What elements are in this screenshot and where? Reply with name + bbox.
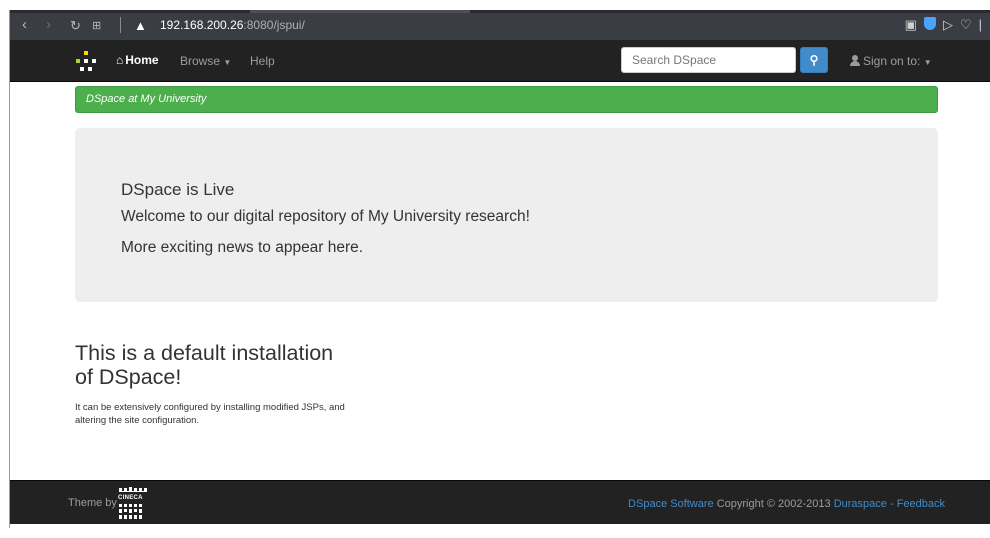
footer-links: DSpace Software Copyright © 2002-2013 Du… [628, 497, 945, 511]
search-button[interactable]: ⚲ [800, 47, 828, 73]
sign-on-label: Sign on to: [863, 54, 921, 68]
send-icon[interactable]: ▷ [943, 17, 953, 33]
screenshot-icon[interactable]: ▣ [905, 17, 917, 33]
breadcrumb-link[interactable]: DSpace at My University [86, 93, 206, 105]
back-icon[interactable]: ‹ [22, 17, 27, 33]
toolbar-divider [120, 17, 121, 33]
news-welcome-text: Welcome to our digital repository of My … [121, 208, 530, 225]
site-navbar: ⌂Home Browse ▼ Help ⚲ Sign on to: ▼ [10, 40, 990, 82]
browser-toolbar: ‹ › ↻ ⊞ ▲ 192.168.200.26:8080/jspui/ ▣ ▷… [10, 10, 990, 40]
intro-paragraph: It can be extensively configured by inst… [75, 402, 345, 426]
news-heading: DSpace is Live [121, 180, 235, 199]
nav-browse-label: Browse [180, 54, 221, 68]
url-path: :8080/jspui/ [243, 18, 305, 32]
theme-by-label: Theme by [68, 497, 117, 509]
reload-icon[interactable]: ↻ [70, 18, 81, 34]
nav-home-link[interactable]: ⌂ Home [116, 52, 159, 68]
shield-icon[interactable] [923, 17, 936, 30]
nav-help-link[interactable]: Help [250, 53, 275, 69]
home-icon: ⌂ [116, 53, 124, 67]
intro-heading: This is a default installation of DSpace… [75, 341, 334, 389]
site-footer: Theme by CINECA DSpace Software Copyrigh… [10, 480, 990, 524]
active-tab-indicator[interactable] [250, 10, 470, 13]
nav-browse-dropdown[interactable]: Browse ▼ [180, 53, 231, 71]
forward-icon[interactable]: › [46, 17, 51, 33]
url-host: 192.168.200.26 [160, 18, 244, 32]
cineca-logo[interactable]: CINECA [116, 487, 150, 521]
caret-down-icon: ▼ [923, 58, 932, 67]
window-edge [0, 0, 9, 538]
menu-divider-icon: | [978, 17, 982, 32]
tab-strip [10, 10, 990, 13]
dspace-logo-icon[interactable] [76, 51, 96, 71]
duraspace-link[interactable]: Duraspace [834, 498, 887, 510]
sign-on-dropdown[interactable]: Sign on to: ▼ [850, 53, 932, 71]
news-more-text: More exciting news to appear here. [121, 239, 364, 256]
search-input[interactable] [621, 47, 796, 73]
dspace-software-link[interactable]: DSpace Software [628, 498, 714, 510]
grid-icon[interactable]: ⊞ [92, 18, 101, 34]
feedback-link[interactable]: Feedback [897, 498, 945, 510]
search-icon: ⚲ [809, 53, 819, 67]
footer-separator: - [889, 498, 894, 510]
address-bar[interactable]: 192.168.200.26:8080/jspui/ [160, 18, 305, 32]
nav-home-label: Home [125, 53, 159, 67]
cineca-label: CINECA [118, 495, 143, 501]
toolbar-right-icons: ▣ ▷ ♡ | [905, 17, 982, 33]
copyright-text: Copyright © 2002-2013 [716, 498, 831, 510]
window-border [9, 10, 10, 528]
user-icon [850, 55, 860, 66]
warning-triangle-icon[interactable]: ▲ [134, 18, 147, 33]
news-jumbotron: DSpace is Live Welcome to our digital re… [75, 128, 938, 302]
breadcrumb: DSpace at My University [75, 86, 938, 113]
cineca-logo-icon [119, 487, 147, 519]
heart-icon[interactable]: ♡ [960, 17, 972, 33]
caret-down-icon: ▼ [223, 58, 232, 67]
